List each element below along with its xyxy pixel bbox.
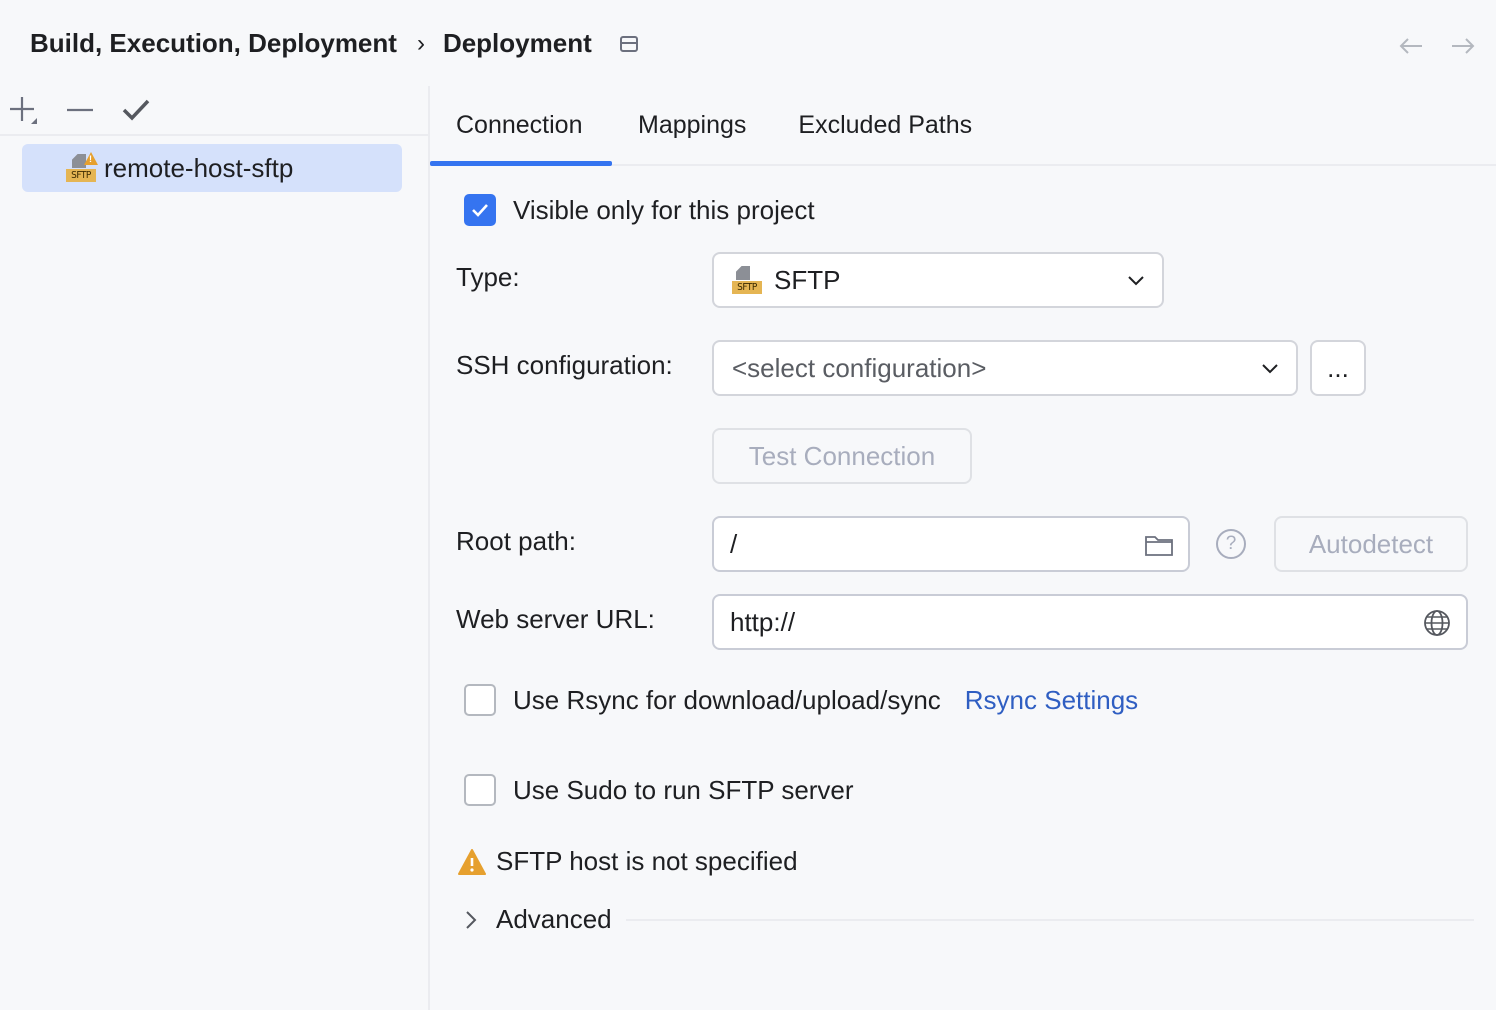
remove-button[interactable] [64, 94, 96, 126]
type-label: Type: [456, 262, 520, 292]
minus-icon [67, 108, 93, 112]
server-item-label: remote-host-sftp [104, 152, 294, 183]
ssh-config-dropdown[interactable]: <select configuration> [712, 340, 1298, 396]
breadcrumb-parent[interactable]: Build, Execution, Deployment [30, 28, 397, 59]
ssh-config-value: <select configuration> [732, 352, 987, 383]
warning-icon [458, 848, 486, 875]
deployment-settings: Build, Execution, Deployment › Deploymen… [0, 0, 1496, 1010]
sudo-checkbox[interactable] [464, 774, 496, 806]
server-item[interactable]: SFTP remote-host-sftp [22, 144, 402, 192]
sudo-label: Use Sudo to run SFTP server [513, 774, 854, 805]
header: Build, Execution, Deployment › Deploymen… [0, 0, 1496, 90]
chevron-right-icon [466, 910, 477, 929]
autodetect-button[interactable]: Autodetect [1274, 516, 1468, 572]
pin-window-icon[interactable] [619, 35, 638, 52]
warning-row: SFTP host is not specified [458, 846, 798, 877]
type-dropdown[interactable]: SFTP SFTP [712, 252, 1164, 308]
arrow-left-icon [1399, 38, 1422, 54]
warning-text: SFTP host is not specified [496, 846, 798, 876]
rsync-row: Use Rsync for download/upload/sync Rsync… [464, 684, 1138, 716]
tab-excluded-paths[interactable]: Excluded Paths [772, 86, 998, 164]
ssh-config-browse-button[interactable]: ... [1310, 340, 1366, 396]
ssh-config-label: SSH configuration: [456, 350, 673, 380]
globe-icon[interactable] [1422, 608, 1452, 638]
tab-mappings[interactable]: Mappings [612, 86, 772, 164]
root-path-input[interactable]: / [712, 516, 1190, 572]
back-button[interactable] [1398, 36, 1424, 56]
advanced-separator [625, 918, 1474, 921]
add-button[interactable] [8, 94, 40, 126]
arrow-right-icon [1452, 38, 1475, 54]
forward-button[interactable] [1450, 36, 1476, 56]
checkmark-icon [122, 99, 150, 121]
connection-form: Visible only for this project Type: SFTP… [430, 166, 1496, 1010]
root-path-label: Root path: [456, 526, 576, 556]
type-value: SFTP [774, 264, 841, 295]
rsync-label: Use Rsync for download/upload/sync [513, 684, 941, 715]
question-icon[interactable]: ? [1216, 529, 1246, 559]
sftp-warning-icon: SFTP [66, 152, 98, 184]
sftp-icon: SFTP [732, 264, 764, 296]
visible-only-checkbox[interactable] [464, 194, 496, 226]
sudo-row: Use Sudo to run SFTP server [464, 774, 854, 806]
visible-only-label: Visible only for this project [513, 194, 815, 225]
server-tree: SFTP remote-host-sftp [0, 136, 428, 192]
server-list-toolbar [0, 86, 428, 136]
visible-only-row: Visible only for this project [464, 194, 815, 226]
tab-bar: Connection Mappings Excluded Paths [430, 86, 1496, 166]
chevron-down-icon [1128, 276, 1144, 286]
web-server-url-input[interactable]: http:// [712, 594, 1468, 650]
web-server-url-value: http:// [730, 606, 796, 637]
folder-icon[interactable] [1144, 530, 1174, 560]
plus-icon [10, 97, 37, 124]
tab-connection[interactable]: Connection [430, 86, 612, 166]
breadcrumb-current: Deployment [442, 28, 592, 58]
rsync-settings-link[interactable]: Rsync Settings [965, 685, 1138, 716]
server-list-panel: SFTP remote-host-sftp [0, 86, 430, 1010]
breadcrumb-separator: › [416, 29, 425, 57]
chevron-down-icon [1262, 364, 1278, 374]
test-connection-button[interactable]: Test Connection [712, 428, 972, 484]
advanced-section[interactable]: Advanced [462, 904, 1474, 935]
set-default-button[interactable] [120, 94, 152, 126]
navigation-arrows [1398, 36, 1476, 56]
web-server-url-label: Web server URL: [456, 604, 655, 634]
root-path-value: / [730, 528, 738, 559]
rsync-checkbox[interactable] [464, 684, 496, 716]
breadcrumb: Build, Execution, Deployment › Deploymen… [30, 28, 638, 59]
check-icon [472, 204, 488, 217]
advanced-label: Advanced [496, 904, 612, 934]
